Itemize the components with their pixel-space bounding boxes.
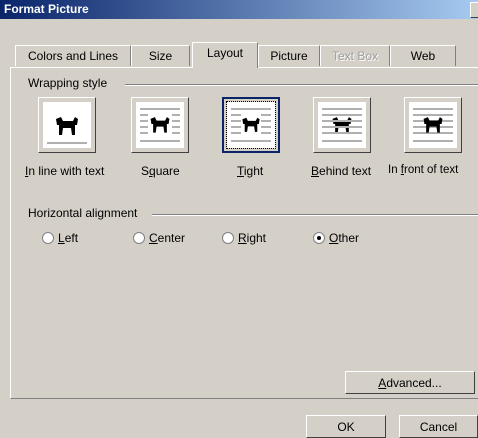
tab-size[interactable]: Size: [131, 45, 190, 66]
wrap-square-preview: [136, 102, 184, 148]
wrap-square-button[interactable]: [131, 97, 189, 153]
tab-picture[interactable]: Picture: [258, 45, 320, 66]
wrap-tight-preview: [227, 102, 275, 148]
radio-right[interactable]: Right: [222, 231, 266, 245]
dog-silhouette-icon: [242, 117, 260, 132]
wrap-inline-label: In line with text: [25, 164, 105, 178]
wrap-behind-preview: [318, 102, 366, 148]
wrap-in-front-label: In front of text: [388, 164, 459, 176]
wrap-tight-label: Tight: [237, 164, 264, 178]
wrap-inline-preview: [43, 102, 91, 148]
wrap-in-front-button[interactable]: [404, 97, 462, 153]
tab-text-box: Text Box: [320, 45, 390, 66]
radio-other-circle[interactable]: [313, 232, 325, 244]
wrapping-style-label: Wrapping style: [25, 76, 111, 90]
radio-right-circle[interactable]: [222, 232, 234, 244]
horizontal-alignment-label: Horizontal alignment: [25, 206, 141, 220]
wrap-in-front-preview: [409, 102, 457, 148]
radio-left[interactable]: Left: [42, 231, 78, 245]
wrapping-style-divider: [125, 84, 478, 86]
radio-center-circle[interactable]: [133, 232, 145, 244]
wrap-behind-label: Behind text: [311, 164, 372, 178]
advanced-button[interactable]: Advanced...: [345, 371, 475, 394]
ok-button[interactable]: OK: [306, 415, 386, 438]
radio-left-circle[interactable]: [42, 232, 54, 244]
window-title: Format Picture: [4, 2, 89, 16]
tab-web[interactable]: Web: [390, 45, 456, 66]
wrap-behind-button[interactable]: [313, 97, 371, 153]
dog-silhouette-icon: [56, 117, 78, 135]
wrap-inline-button[interactable]: [38, 97, 96, 153]
radio-other[interactable]: Other: [313, 231, 359, 245]
radio-center[interactable]: Center: [133, 231, 185, 245]
dog-silhouette-icon: [150, 117, 170, 133]
horizontal-alignment-divider: [152, 214, 478, 216]
wrap-square-label: Square: [141, 164, 180, 178]
title-bar: Format Picture: [0, 0, 478, 19]
tab-layout[interactable]: Layout: [192, 42, 258, 68]
cancel-button[interactable]: Cancel: [399, 415, 478, 438]
wrap-tight-button[interactable]: [222, 97, 280, 153]
tab-colors-and-lines[interactable]: Colors and Lines: [15, 45, 131, 66]
close-button[interactable]: [470, 2, 478, 18]
dog-silhouette-icon: [423, 117, 443, 133]
